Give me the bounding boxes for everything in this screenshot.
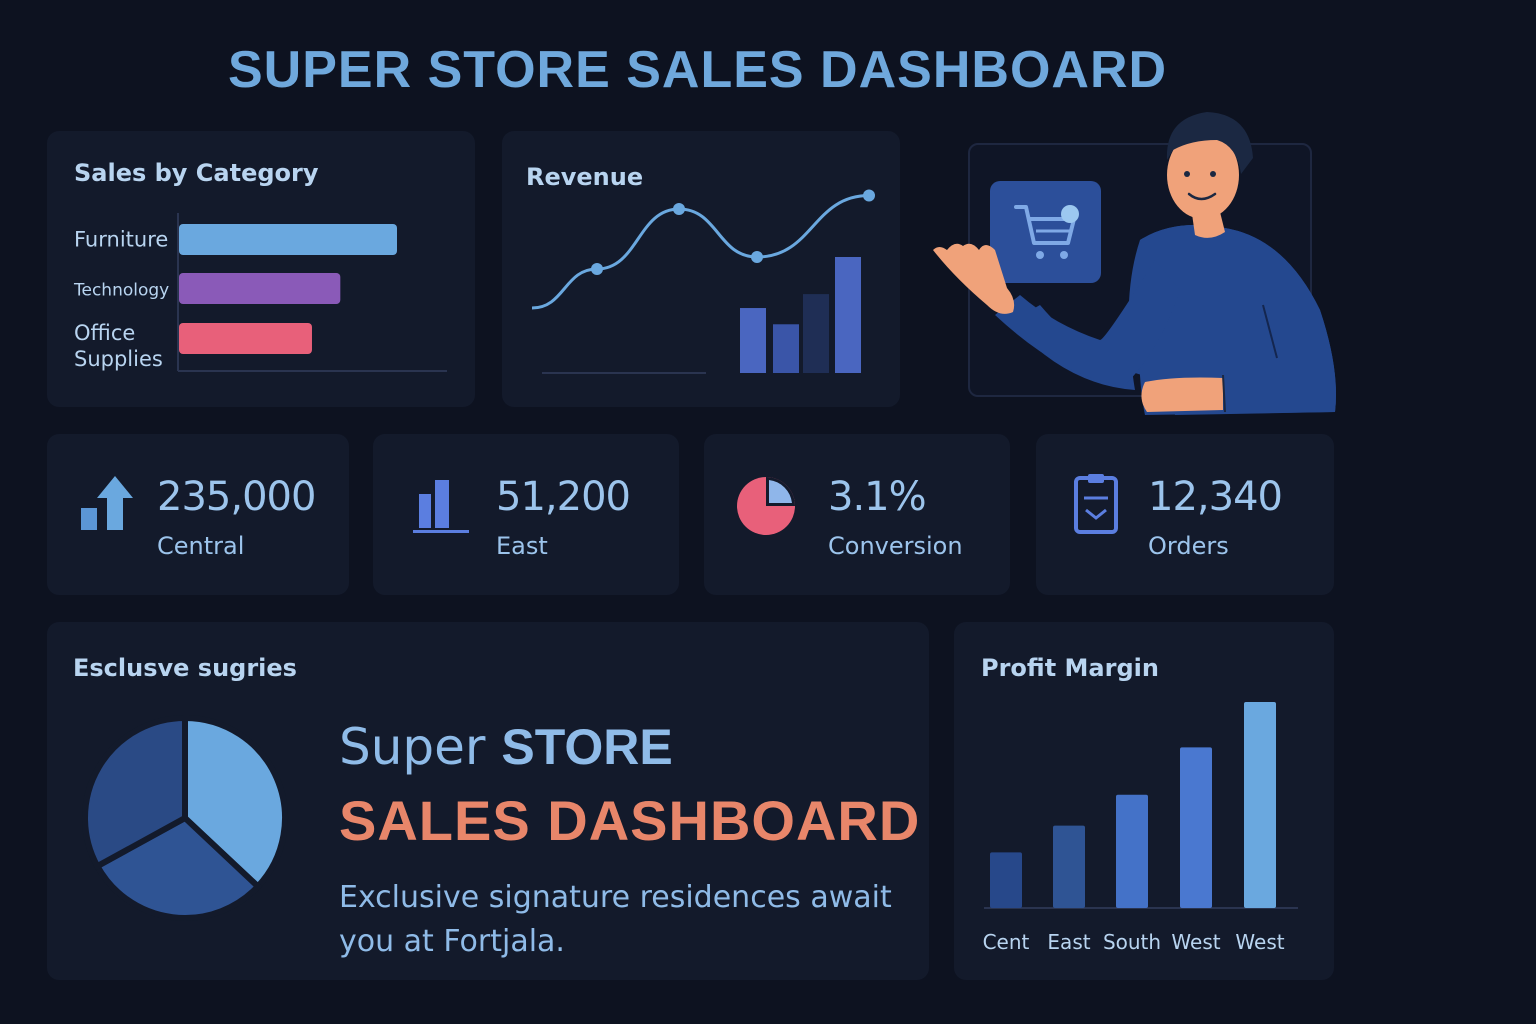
- stat-value-central: 235,000: [157, 474, 316, 520]
- stat-card-conversion: 3.1% Conversion: [704, 434, 1010, 595]
- profit-margin-card: Profit Margin Cent East South West West: [954, 622, 1334, 980]
- stat-card-orders: 12,340 Orders: [1036, 434, 1334, 595]
- page-title: SUPER STORE SALES DASHBOARD: [228, 41, 1168, 99]
- exclusive-pie-chart: [82, 714, 288, 921]
- stat-value-conversion: 3.1%: [828, 474, 927, 520]
- profit-margin-tick-label: West: [1235, 930, 1284, 954]
- category-label: Supplies: [74, 347, 163, 371]
- revenue-bar: [803, 294, 829, 373]
- stat-label-orders: Orders: [1148, 532, 1229, 560]
- revenue-card: Revenue: [502, 131, 900, 407]
- profit-margin-bar: [1244, 702, 1276, 908]
- sales-by-category-chart: Furniture Technology OfficeSupplies: [73, 213, 447, 372]
- profit-margin-tick-label: Cent: [983, 930, 1030, 954]
- profit-margin-chart: Cent East South West West: [983, 702, 1298, 954]
- revenue-point: [673, 203, 685, 215]
- pie-chart-icon: [737, 477, 795, 535]
- promo-headline-line2: SALES DASHBOARD: [339, 789, 921, 852]
- revenue-line: [531, 194, 870, 310]
- promo-word-store: STORE: [501, 719, 673, 775]
- exclusive-card: Esclusve sugries Super STORE SALES DASHB…: [47, 622, 929, 980]
- revenue-bar: [835, 257, 861, 373]
- sales-by-category-card: Sales by Category Furniture Technology Off…: [47, 131, 475, 407]
- category-label: Technology: [73, 281, 169, 301]
- stat-label-conversion: Conversion: [828, 532, 963, 560]
- profit-margin-bar: [990, 852, 1022, 908]
- promo-word-super: Super: [339, 718, 486, 776]
- profit-margin-tick-label: South: [1103, 930, 1161, 954]
- exclusive-title: Esclusve sugries: [73, 654, 297, 682]
- stat-value-orders: 12,340: [1148, 474, 1283, 520]
- profit-margin-tick-label: East: [1047, 930, 1090, 954]
- stat-card-central: 235,000 Central: [47, 434, 349, 595]
- profit-margin-tick-label: West: [1171, 930, 1220, 954]
- stat-label-central: Central: [157, 532, 245, 560]
- revenue-bar: [740, 308, 766, 373]
- category-bar: [179, 224, 397, 255]
- revenue-chart: [531, 189, 875, 374]
- profit-margin-bar: [1180, 747, 1212, 908]
- category-label: Office: [74, 321, 135, 345]
- category-label: Furniture: [74, 228, 168, 252]
- category-bar: [179, 323, 312, 354]
- revenue-point: [751, 251, 763, 263]
- profit-margin-bar: [1116, 794, 1148, 908]
- promo-body-text: Exclusive signature residences await you…: [339, 880, 892, 959]
- arrow-up-bar-icon: [81, 476, 133, 530]
- stat-card-east: 51,200 East: [373, 434, 679, 595]
- promo-headline-line1: Super STORE: [339, 718, 673, 776]
- profit-margin-bar: [1053, 825, 1085, 908]
- revenue-bar: [773, 324, 799, 373]
- stat-label-east: East: [496, 532, 548, 560]
- presenter-illustration: [933, 112, 1336, 415]
- category-bar: [179, 273, 341, 304]
- revenue-point: [591, 263, 603, 275]
- stat-value-east: 51,200: [496, 474, 631, 520]
- bar-chart-icon: [413, 480, 469, 533]
- revenue-point: [863, 189, 875, 202]
- clipboard-icon: [1074, 474, 1118, 534]
